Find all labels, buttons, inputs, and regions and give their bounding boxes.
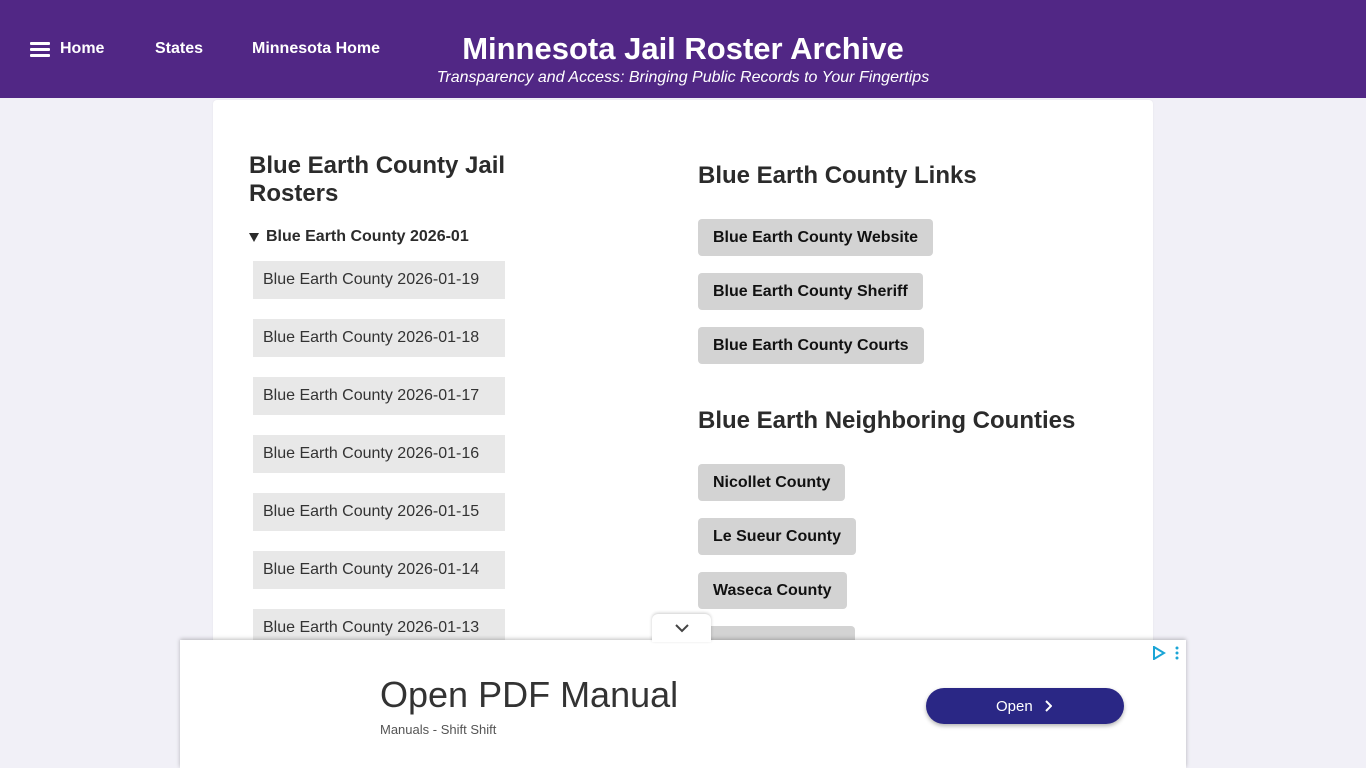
neighboring-counties-heading: Blue Earth Neighboring Counties [698, 407, 1076, 434]
rosters-section: Blue Earth County Jail Rosters Blue Eart… [249, 152, 549, 667]
ad-title[interactable]: Open PDF Manual [380, 674, 678, 716]
roster-link[interactable]: Blue Earth County 2026-01-19 [253, 261, 505, 299]
month-toggle-label: Blue Earth County 2026-01 [266, 228, 469, 245]
county-links-list: Blue Earth County Website Blue Earth Cou… [698, 219, 1118, 364]
adchoices-icon[interactable] [1152, 646, 1166, 660]
main-content: Blue Earth County Jail Rosters Blue Eart… [213, 100, 1153, 663]
kebab-menu-icon[interactable] [1174, 646, 1180, 660]
hamburger-icon[interactable] [30, 42, 50, 57]
roster-list: Blue Earth County 2026-01-19 Blue Earth … [253, 261, 549, 647]
nav-states-link[interactable]: States [155, 40, 203, 58]
rosters-heading-line2: Rosters [249, 180, 339, 207]
rosters-heading: Blue Earth County Jail Rosters [249, 152, 549, 208]
county-courts-button[interactable]: Blue Earth County Courts [698, 327, 924, 364]
rosters-heading-line1: Blue Earth County Jail [249, 152, 506, 179]
county-sheriff-button[interactable]: Blue Earth County Sheriff [698, 273, 923, 310]
ad-open-label: Open [996, 698, 1033, 715]
ad-banner: Open PDF Manual Manuals - Shift Shift Op… [180, 640, 1186, 768]
county-website-button[interactable]: Blue Earth County Website [698, 219, 934, 256]
county-links-heading: Blue Earth County Links [698, 162, 977, 189]
ad-source: Manuals - Shift Shift [380, 722, 497, 737]
roster-link[interactable]: Blue Earth County 2026-01-14 [253, 551, 505, 589]
chevron-down-icon [675, 624, 689, 633]
roster-link[interactable]: Blue Earth County 2026-01-18 [253, 319, 505, 357]
chevron-right-icon [1045, 700, 1052, 712]
roster-link[interactable]: Blue Earth County 2026-01-16 [253, 435, 505, 473]
nav-home-link[interactable]: Home [60, 40, 104, 58]
triangle-down-icon [249, 232, 259, 242]
roster-link[interactable]: Blue Earth County 2026-01-17 [253, 377, 505, 415]
ad-open-button[interactable]: Open [926, 688, 1124, 724]
links-section: Blue Earth County Links Blue Earth Count… [698, 162, 1118, 680]
site-header: Home States Minnesota Home Minnesota Jai… [0, 0, 1366, 98]
neighboring-counties-list: Nicollet County Le Sueur County Waseca C… [698, 464, 1118, 663]
month-toggle[interactable]: Blue Earth County 2026-01 [249, 228, 549, 246]
roster-link[interactable]: Blue Earth County 2026-01-15 [253, 493, 505, 531]
neighbor-county-button[interactable]: Nicollet County [698, 464, 846, 501]
site-tagline: Transparency and Access: Bringing Public… [436, 69, 930, 86]
nav-minnesota-home-link[interactable]: Minnesota Home [252, 40, 380, 58]
neighbor-county-button[interactable]: Waseca County [698, 572, 847, 609]
site-title: Minnesota Jail Roster Archive [462, 31, 904, 66]
ad-collapse-button[interactable] [652, 614, 711, 642]
neighbor-county-button[interactable]: Le Sueur County [698, 518, 857, 555]
